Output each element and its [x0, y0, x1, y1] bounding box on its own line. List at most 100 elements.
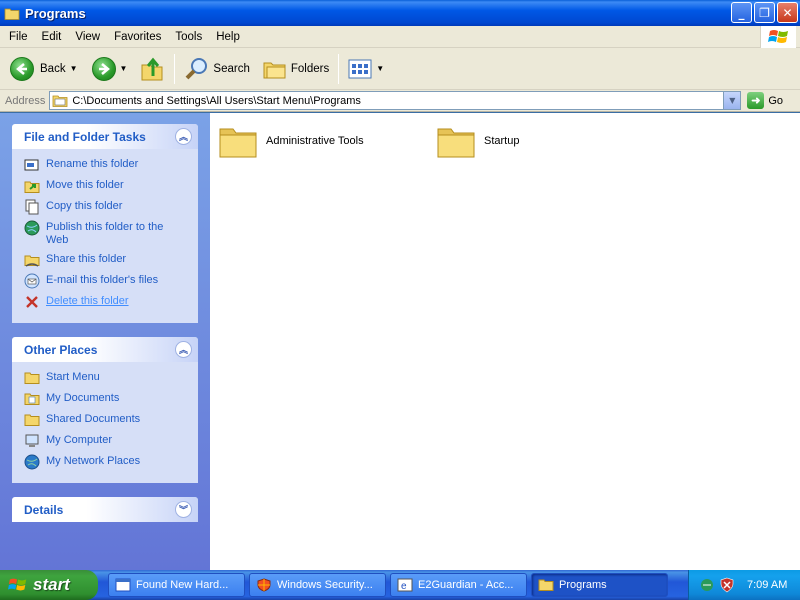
go-button[interactable]: ➜ Go	[747, 92, 783, 109]
browser-icon: e	[397, 578, 413, 592]
folder-name: Administrative Tools	[266, 135, 364, 147]
place-my-computer[interactable]: My Computer	[24, 433, 188, 449]
copy-icon	[24, 199, 40, 215]
close-button[interactable]: ✕	[777, 2, 798, 23]
minimize-button[interactable]: _	[731, 2, 752, 23]
back-dropdown-icon[interactable]: ▼	[70, 64, 78, 73]
rename-icon	[24, 157, 40, 173]
menu-tools[interactable]: Tools	[168, 31, 209, 43]
task-publish-folder[interactable]: Publish this folder to the Web	[24, 220, 188, 247]
folder-icon	[538, 579, 554, 591]
task-share-folder[interactable]: Share this folder	[24, 252, 188, 268]
views-button[interactable]: ▼	[344, 51, 388, 87]
collapse-icon[interactable]: ︽	[175, 341, 192, 358]
views-dropdown-icon[interactable]: ▼	[376, 64, 384, 73]
toolbar-separator	[174, 53, 176, 84]
search-label: Search	[213, 62, 250, 75]
clock[interactable]: 7:09 AM	[747, 579, 787, 591]
svg-text:e: e	[401, 581, 407, 592]
taskbar-button-found-new-hardware[interactable]: Found New Hard...	[108, 573, 245, 597]
shield-icon	[257, 578, 271, 592]
other-places-panel: Other Places ︽ Start Menu My Documents S…	[12, 337, 198, 483]
share-icon	[24, 252, 40, 268]
file-list-area[interactable]: Administrative Tools Startup	[210, 113, 800, 570]
search-button[interactable]: Search	[180, 51, 253, 87]
panel-header[interactable]: File and Folder Tasks ︽	[12, 124, 198, 149]
email-icon	[24, 273, 40, 289]
place-my-network-places[interactable]: My Network Places	[24, 454, 188, 470]
forward-button[interactable]: ▼	[88, 51, 132, 87]
folder-name: Startup	[484, 135, 520, 147]
task-label: Copy this folder	[46, 200, 123, 212]
address-value: C:\Documents and Settings\All Users\Star…	[72, 94, 361, 107]
security-alert-icon[interactable]	[719, 577, 735, 593]
move-icon	[24, 178, 40, 194]
expand-icon[interactable]: ︾	[175, 501, 192, 518]
panel-header[interactable]: Other Places ︽	[12, 337, 198, 362]
title-bar[interactable]: Programs _ ❐ ✕	[0, 0, 800, 26]
address-input[interactable]: C:\Documents and Settings\All Users\Star…	[49, 91, 742, 110]
collapse-icon[interactable]: ︽	[175, 128, 192, 145]
delete-icon	[24, 294, 40, 310]
globe-icon	[24, 220, 40, 236]
go-arrow-icon: ➜	[747, 92, 765, 109]
folder-icon	[436, 123, 476, 159]
folder-icon	[218, 123, 258, 159]
start-button[interactable]: start	[0, 570, 98, 600]
maximize-button[interactable]: ❐	[754, 2, 775, 23]
search-icon	[186, 57, 208, 79]
task-label: Move this folder	[46, 179, 124, 191]
menu-view[interactable]: View	[68, 31, 107, 43]
menu-edit[interactable]: Edit	[35, 31, 69, 43]
task-rename-folder[interactable]: Rename this folder	[24, 157, 188, 173]
place-label: My Documents	[46, 392, 120, 404]
forward-dropdown-icon[interactable]: ▼	[120, 64, 128, 73]
menu-favorites[interactable]: Favorites	[107, 31, 168, 43]
task-label: Publish this folder to the Web	[46, 221, 164, 246]
computer-icon	[24, 433, 40, 449]
task-delete-folder[interactable]: Delete this folder	[24, 294, 188, 310]
taskbar-button-e2guardian[interactable]: e E2Guardian - Acc...	[390, 573, 527, 597]
folders-icon	[263, 62, 286, 78]
folder-startup[interactable]: Startup	[436, 123, 519, 159]
place-start-menu[interactable]: Start Menu	[24, 370, 188, 386]
toolbar: Back ▼ ▼ Search Folders ▼	[0, 48, 800, 90]
window-icon	[115, 578, 131, 592]
panel-title: Other Places	[24, 342, 98, 357]
folder-administrative-tools[interactable]: Administrative Tools	[218, 123, 364, 159]
menu-bar: File Edit View Favorites Tools Help	[0, 26, 800, 48]
task-copy-folder[interactable]: Copy this folder	[24, 199, 188, 215]
taskbar-button-label: E2Guardian - Acc...	[418, 579, 514, 591]
task-move-folder[interactable]: Move this folder	[24, 178, 188, 194]
task-label: Rename this folder	[46, 158, 139, 170]
window-title: Programs	[25, 5, 86, 21]
menu-help[interactable]: Help	[209, 31, 247, 43]
folder-icon	[52, 95, 68, 107]
views-grid-icon	[348, 59, 372, 78]
system-tray: 7:09 AM	[688, 570, 800, 600]
panel-title: Details	[24, 502, 64, 517]
folders-button[interactable]: Folders	[258, 51, 333, 87]
place-shared-documents[interactable]: Shared Documents	[24, 412, 188, 428]
place-label: Shared Documents	[46, 413, 141, 425]
network-icon	[24, 454, 40, 470]
panel-title: File and Folder Tasks	[24, 129, 146, 144]
task-label: E-mail this folder's files	[46, 274, 159, 286]
back-button[interactable]: Back ▼	[6, 51, 82, 87]
panel-header[interactable]: Details ︾	[12, 497, 198, 522]
toolbar-separator	[338, 53, 340, 84]
place-my-documents[interactable]: My Documents	[24, 391, 188, 407]
task-label: Share this folder	[46, 253, 127, 265]
menu-file[interactable]: File	[2, 31, 35, 43]
task-label: Delete this folder	[46, 295, 129, 307]
taskbar-button-windows-security[interactable]: Windows Security...	[249, 573, 386, 597]
forward-arrow-icon	[91, 56, 116, 81]
taskbar-button-programs[interactable]: Programs	[531, 573, 668, 597]
address-dropdown-icon[interactable]: ▼	[723, 92, 741, 109]
task-email-files[interactable]: E-mail this folder's files	[24, 273, 188, 289]
network-tray-icon[interactable]	[699, 577, 715, 593]
address-label: Address	[5, 94, 46, 107]
up-folder-button[interactable]	[135, 51, 169, 87]
my-documents-icon	[24, 391, 40, 407]
windows-logo-icon	[760, 26, 796, 48]
